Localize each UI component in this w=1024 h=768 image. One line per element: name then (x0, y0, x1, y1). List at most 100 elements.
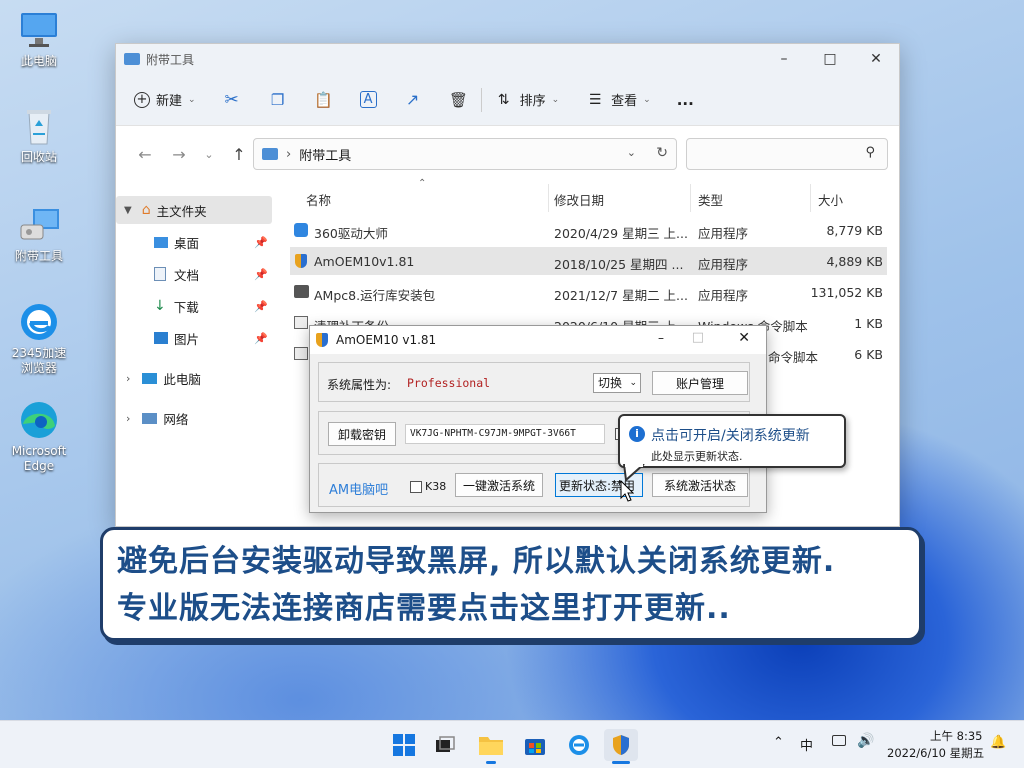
folder-icon (124, 53, 140, 65)
copy-button[interactable]: ❐ (268, 90, 288, 110)
ime-indicator[interactable]: 中 (800, 735, 813, 754)
close-button[interactable]: ✕ (853, 44, 899, 74)
start-button[interactable] (387, 729, 421, 761)
cut-button[interactable]: ✂ (222, 90, 242, 110)
task-view-button[interactable] (428, 729, 462, 761)
pin-icon[interactable]: 📌 (254, 236, 268, 249)
sidebar-label: 此电脑 (163, 371, 201, 387)
breadcrumb[interactable]: 附带工具 (299, 145, 351, 164)
network-icon (142, 412, 158, 424)
activation-status-button[interactable]: 系统激活状态 (652, 473, 748, 497)
table-row[interactable]: AmOEM10v1.81 2018/10/25 星期四 ... 应用程序 4,8… (290, 247, 887, 275)
view-button[interactable]: ☰ 查看 ⌄ (585, 90, 651, 110)
file-name: AmOEM10v1.81 (314, 254, 415, 269)
more-options-button[interactable]: ... (677, 91, 694, 109)
banner-line-2: 专业版无法连接商店需要点击这里打开更新.. (117, 591, 731, 626)
banner-line-1: 避免后台安装驱动导致黑屏, 所以默认关闭系统更新. (117, 544, 836, 579)
address-dropdown-icon[interactable]: ⌄ (627, 146, 636, 159)
k38-checkbox[interactable] (410, 481, 422, 493)
sidebar-item-downloads[interactable]: ↓ 下载 📌 (116, 292, 272, 320)
delete-button[interactable]: 🗑 (449, 90, 469, 110)
sidebar-item-documents[interactable]: 文档 📌 (116, 260, 272, 288)
address-bar[interactable]: › 附带工具 ⌄ ↻ (253, 138, 677, 170)
file-size: 4,889 KB (826, 254, 883, 269)
script-icon (294, 347, 308, 360)
chevron-down-icon: ⌄ (629, 378, 637, 388)
product-key-field[interactable]: VK7JG-NPHTM-C97JM-9MPGT-3V66T (405, 424, 605, 444)
dialog-minimize-button[interactable]: – (658, 331, 664, 345)
file-date: 2020/4/29 星期三 上... (554, 226, 688, 241)
taskbar: ⌃ 中 🔊 上午 8:35 2022/6/10 星期五 🔔 (0, 720, 1024, 768)
table-row[interactable]: AMpc8.运行库安装包 2021/12/7 星期二 上... 应用程序 131… (290, 278, 887, 306)
list-view-icon: ☰ (588, 91, 602, 108)
desktop-icon-recycle-bin[interactable]: 回收站 (6, 106, 72, 165)
notification-icon[interactable]: 🔔 (990, 735, 1006, 750)
volume-icon[interactable]: 🔊 (857, 733, 874, 749)
sidebar-item-this-pc[interactable]: › 此电脑 (116, 364, 272, 392)
more-label: ... (676, 90, 694, 109)
taskbar-browser[interactable] (562, 729, 596, 761)
pin-icon[interactable]: 📌 (254, 268, 268, 281)
desktop-icon-this-pc[interactable]: 此电脑 (6, 10, 72, 69)
desktop-icon-edge[interactable]: Microsoft Edge (6, 400, 72, 474)
clock-date[interactable]: 2022/6/10 星期五 (887, 745, 984, 761)
file-size: 6 KB (854, 347, 883, 362)
desktop-icon-label: 附带工具 (14, 249, 63, 263)
back-button[interactable]: ← (128, 145, 162, 164)
share-button[interactable]: ↗ (403, 90, 423, 110)
view-label: 查看 (611, 94, 638, 109)
search-input[interactable]: ⚲ (686, 138, 888, 170)
minimize-button[interactable]: – (761, 44, 807, 74)
pin-icon[interactable]: 📌 (254, 300, 268, 313)
desktop-icon-tools[interactable]: 附带工具 (6, 205, 72, 264)
desktop-icon-2345-browser[interactable]: 2345加速浏览器 (6, 302, 72, 376)
active-indicator (486, 761, 496, 764)
taskbar-store[interactable] (518, 729, 552, 761)
sort-button[interactable]: ⇅ 排序 ⌄ (494, 90, 560, 110)
document-icon (154, 267, 166, 281)
task-view-icon (436, 736, 455, 752)
dialog-close-button[interactable]: ✕ (738, 330, 750, 346)
taskbar-amoem[interactable] (604, 729, 638, 764)
active-indicator (612, 761, 630, 764)
tooltip-subtitle: 此处显示更新状态. (651, 450, 743, 463)
taskbar-file-explorer[interactable] (474, 729, 508, 764)
table-row[interactable]: 360驱动大师 2020/4/29 星期三 上... 应用程序 8,779 KB (290, 216, 887, 244)
recent-dropdown-button[interactable]: ⌄ (196, 148, 222, 161)
browser-2345-icon (17, 302, 61, 342)
copy-icon: ❐ (270, 90, 285, 109)
trash-icon: 🗑 (449, 90, 469, 109)
column-header-date[interactable]: 修改日期 (554, 190, 604, 209)
chevron-down-icon: ⌄ (551, 94, 560, 105)
maximize-button[interactable]: □ (807, 44, 853, 74)
paste-icon: 📋 (314, 90, 333, 109)
computer-icon (262, 148, 278, 160)
clock-time[interactable]: 上午 8:35 (930, 728, 982, 744)
app-icon (294, 223, 308, 237)
sidebar-item-network[interactable]: › 网络 (116, 404, 272, 432)
account-manage-button[interactable]: 账户管理 (652, 371, 748, 395)
download-icon: ↓ (154, 298, 166, 314)
switch-select[interactable]: 切换 ⌄ (593, 373, 641, 393)
column-header-name[interactable]: 名称 (306, 190, 331, 209)
rename-button[interactable]: A (359, 91, 377, 108)
sidebar-item-home[interactable]: ▼ ⌂ 主文件夹 (116, 196, 272, 224)
up-button[interactable]: ↑ (222, 145, 256, 164)
sidebar-item-desktop[interactable]: 桌面 📌 (116, 228, 272, 256)
new-button[interactable]: + 新建 ⌄ (134, 90, 196, 109)
network-icon[interactable] (832, 735, 846, 746)
sidebar-item-pictures[interactable]: 图片 📌 (116, 324, 272, 352)
uninstall-key-button[interactable]: 卸载密钥 (328, 422, 396, 446)
forward-button[interactable]: → (162, 145, 196, 164)
paste-button[interactable]: 📋 (314, 90, 334, 110)
column-header-type[interactable]: 类型 (698, 190, 723, 209)
refresh-icon[interactable]: ↻ (656, 145, 668, 161)
pin-icon[interactable]: 📌 (254, 332, 268, 345)
info-icon: i (629, 426, 645, 442)
chevron-up-icon[interactable]: ⌃ (773, 735, 784, 750)
file-date: 2021/12/7 星期二 上... (554, 288, 688, 303)
switch-label: 切换 (598, 376, 623, 390)
file-size: 1 KB (854, 316, 883, 331)
activate-system-button[interactable]: 一键激活系统 (455, 473, 543, 497)
column-header-size[interactable]: 大小 (818, 190, 843, 209)
